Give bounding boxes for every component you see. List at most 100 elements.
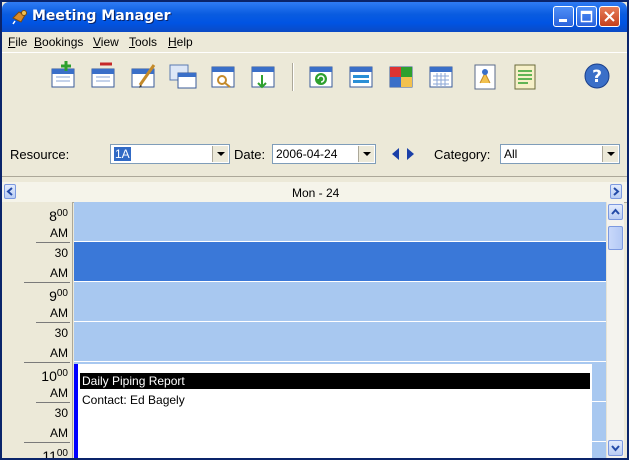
previous-day-arrow-icon[interactable] <box>392 148 399 160</box>
half-hour-divider <box>36 242 70 243</box>
month-view-button[interactable] <box>424 59 458 93</box>
event-title: Daily Piping Report <box>80 373 590 389</box>
scroll-left-button[interactable] <box>4 184 16 199</box>
chevron-left-icon <box>6 187 13 196</box>
toolbar: ? <box>2 52 627 134</box>
hour-divider <box>24 282 70 283</box>
chevron-down-icon[interactable] <box>602 146 618 162</box>
colored-view-button[interactable] <box>384 59 418 93</box>
chevron-down-icon <box>611 445 620 452</box>
refresh-icon <box>309 66 333 88</box>
scroll-thumb[interactable] <box>608 226 623 250</box>
filter-bar: Resource: 1A Date: 2006-04-24 Category: … <box>2 132 627 177</box>
find-booking-icon <box>211 66 235 88</box>
window-title: Meeting Manager <box>32 8 171 24</box>
time-label-930am: 30 <box>54 326 68 340</box>
time-label-1030am: 30 <box>54 406 68 420</box>
new-booking-button[interactable] <box>46 59 80 93</box>
half-hour-divider <box>36 402 70 403</box>
booking-event[interactable]: Daily Piping Report Contact: Ed Bagely <box>74 364 592 458</box>
svg-text:?: ? <box>592 67 602 87</box>
menu-tools[interactable]: Tools <box>129 35 157 49</box>
notes-icon <box>514 64 536 90</box>
date-picker[interactable]: 2006-04-24 <box>272 144 376 164</box>
time-ampm: AM <box>50 386 68 400</box>
toolbar-separator <box>292 63 294 91</box>
time-label-9am: 900 <box>49 288 68 304</box>
resource-select[interactable]: 1A <box>110 144 230 164</box>
half-hour-divider <box>36 322 70 323</box>
scroll-up-button[interactable] <box>608 204 623 220</box>
refresh-button[interactable] <box>304 59 338 93</box>
delete-booking-icon <box>91 62 115 88</box>
hour-divider <box>24 362 70 363</box>
resource-value: 1A <box>114 147 131 161</box>
next-day-arrow-icon[interactable] <box>407 148 414 160</box>
date-label: Date: <box>234 147 266 162</box>
time-column: 800 AM 30 AM 900 AM 30 AM 1000 AM 30 AM … <box>2 202 73 458</box>
chevron-right-icon <box>613 187 620 196</box>
notes-button[interactable] <box>508 59 542 93</box>
maximize-button[interactable] <box>576 6 597 27</box>
time-slot-800[interactable] <box>74 202 606 242</box>
category-label: Category: <box>434 147 491 162</box>
close-icon <box>604 11 615 22</box>
menu-view[interactable]: View <box>93 35 119 49</box>
chevron-down-icon[interactable] <box>358 146 374 162</box>
find-booking-button[interactable] <box>206 59 240 93</box>
resource-label: Resource: <box>10 147 70 162</box>
maximize-icon <box>580 10 593 23</box>
menu-bookings[interactable]: Bookings <box>34 35 83 49</box>
time-label-830am: 30 <box>54 246 68 260</box>
vertical-scrollbar[interactable] <box>606 202 624 458</box>
help-button[interactable]: ? <box>580 59 614 93</box>
menu-bar: File Bookings View Tools Help <box>2 32 627 52</box>
time-label-10am: 1000 <box>41 368 68 384</box>
time-slot-830-selected[interactable] <box>74 242 606 282</box>
minimize-icon <box>559 19 567 22</box>
day-view-button[interactable] <box>344 59 378 93</box>
minimize-button[interactable] <box>553 6 574 27</box>
chevron-up-icon <box>611 208 620 215</box>
scroll-right-button[interactable] <box>610 184 622 199</box>
month-view-icon <box>429 66 453 88</box>
event-contact: Contact: Ed Bagely <box>82 393 185 407</box>
time-ampm: AM <box>50 306 68 320</box>
colored-view-icon <box>389 66 413 88</box>
edit-booking-icon <box>131 64 156 88</box>
title-bar[interactable]: Meeting Manager <box>2 2 627 32</box>
new-booking-icon <box>51 61 75 88</box>
menu-help[interactable]: Help <box>168 35 193 49</box>
menu-file[interactable]: File <box>8 35 27 49</box>
app-window: Meeting Manager File Bookings View Tools… <box>0 0 629 460</box>
category-select[interactable]: All <box>500 144 620 164</box>
close-button[interactable] <box>599 6 620 27</box>
chevron-down-icon[interactable] <box>212 146 228 162</box>
edit-booking-button[interactable] <box>126 59 160 93</box>
schedule-grid: Mon - 24 800 AM 30 AM 900 AM 30 AM 1000 … <box>2 182 627 458</box>
export-booking-icon <box>251 66 275 89</box>
time-ampm: AM <box>50 226 68 240</box>
export-booking-button[interactable] <box>246 59 280 93</box>
time-label-8am: 800 <box>49 208 68 224</box>
day-view-icon <box>349 66 373 88</box>
help-icon: ? <box>584 63 610 89</box>
day-header-label: Mon - 24 <box>292 186 340 200</box>
scroll-down-button[interactable] <box>608 440 623 456</box>
report-icon <box>474 64 496 90</box>
time-ampm: AM <box>50 426 68 440</box>
app-icon <box>11 9 29 25</box>
time-ampm: AM <box>50 266 68 280</box>
copy-booking-button[interactable] <box>166 59 200 93</box>
date-value: 2006-04-24 <box>276 147 338 161</box>
delete-booking-button[interactable] <box>86 59 120 93</box>
report-button[interactable] <box>468 59 502 93</box>
category-value: All <box>504 147 518 161</box>
copy-booking-icon <box>169 64 197 89</box>
time-slot-900[interactable] <box>74 282 606 322</box>
day-header: Mon - 24 <box>2 182 627 203</box>
hour-divider <box>24 442 70 443</box>
time-slot-930[interactable] <box>74 322 606 362</box>
time-ampm: AM <box>50 346 68 360</box>
time-label-11am: 1100 <box>42 448 68 458</box>
